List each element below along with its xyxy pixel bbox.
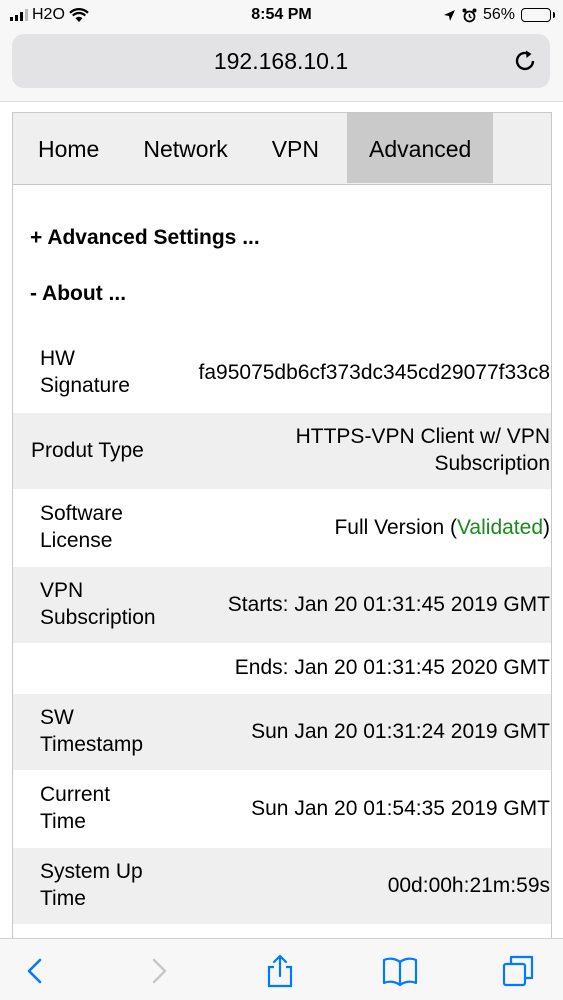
forward-icon[interactable] xyxy=(140,953,176,989)
license-type: Full Version ( xyxy=(334,516,457,539)
row-value: fa95075db6cf373dc345cd29077f33c8 xyxy=(198,361,550,384)
row-label: Produt Type xyxy=(31,439,144,462)
license-status: Validated xyxy=(456,516,543,539)
about-row-software-license: Software License Full Version (Validated… xyxy=(13,490,551,566)
share-icon[interactable] xyxy=(262,953,298,989)
row-value: Starts: Jan 20 01:31:45 2019 GMT xyxy=(227,593,550,616)
row-label: Software License xyxy=(40,502,123,552)
row-value: Ends: Jan 20 01:31:45 2020 GMT xyxy=(234,656,550,679)
alarm-icon xyxy=(462,8,477,22)
row-value: Full Version (Validated) xyxy=(334,514,550,541)
tab-advanced[interactable]: Advanced xyxy=(347,113,494,183)
back-icon[interactable] xyxy=(18,953,54,989)
router-page: Home Network VPN Advanced + Advanced Set… xyxy=(12,112,552,942)
row-value-line1: HTTPS-VPN Client w/ VPN xyxy=(295,425,550,448)
status-bar: H2O 8:54 PM 56% xyxy=(0,0,563,30)
about-row-sw-timestamp: SW Timestamp Sun Jan 20 01:31:24 2019 GM… xyxy=(13,694,551,770)
row-value: Sun Jan 20 01:54:35 2019 GMT xyxy=(251,797,550,820)
reload-icon[interactable] xyxy=(512,48,538,74)
about-row-vpn-subscription: VPN Subscription Starts: Jan 20 01:31:45… xyxy=(13,567,551,643)
location-icon xyxy=(443,9,455,21)
row-label: Current Time xyxy=(40,783,111,833)
main-nav: Home Network VPN Advanced xyxy=(13,113,551,185)
about-row-current-time: Current Time Sun Jan 20 01:54:35 2019 GM… xyxy=(13,771,551,847)
bookmarks-icon[interactable] xyxy=(382,953,418,989)
tab-home[interactable]: Home xyxy=(13,113,121,183)
license-suffix: ) xyxy=(543,516,550,539)
about-row-product-type: Produt Type HTTPS-VPN Client w/ VPN Subs… xyxy=(13,413,551,489)
row-value: Sun Jan 20 01:31:24 2019 GMT xyxy=(251,720,550,743)
row-label: VPN Subscription xyxy=(40,579,156,629)
tab-vpn[interactable]: VPN xyxy=(250,113,341,183)
row-value: HTTPS-VPN Client w/ VPN Subscription xyxy=(296,423,550,477)
tab-network[interactable]: Network xyxy=(121,113,249,183)
row-value: 00d:00h:21m:59s xyxy=(387,874,550,897)
url-text[interactable]: 192.168.10.1 xyxy=(12,48,550,75)
row-value-line2: Subscription xyxy=(434,452,550,475)
row-label: SW Timestamp xyxy=(40,706,144,756)
browser-toolbar xyxy=(0,938,563,1000)
tabs-icon[interactable] xyxy=(500,953,536,989)
status-right: 56% xyxy=(443,6,555,24)
battery-percent: 56% xyxy=(482,6,515,23)
row-label: System Up Time xyxy=(40,860,143,910)
address-bar[interactable]: 192.168.10.1 xyxy=(12,34,550,88)
about-row-system-up-time: System Up Time 00d:00h:21m:59s xyxy=(13,848,551,924)
row-label: HW Signature xyxy=(40,347,130,397)
address-bar-area: 192.168.10.1 xyxy=(0,30,563,102)
battery-icon xyxy=(521,8,555,22)
advanced-settings-toggle[interactable]: + Advanced Settings ... xyxy=(30,226,260,250)
about-row-hw-signature: HW Signature fa95075db6cf373dc345cd29077… xyxy=(13,335,551,411)
about-toggle[interactable]: - About ... xyxy=(30,282,126,306)
